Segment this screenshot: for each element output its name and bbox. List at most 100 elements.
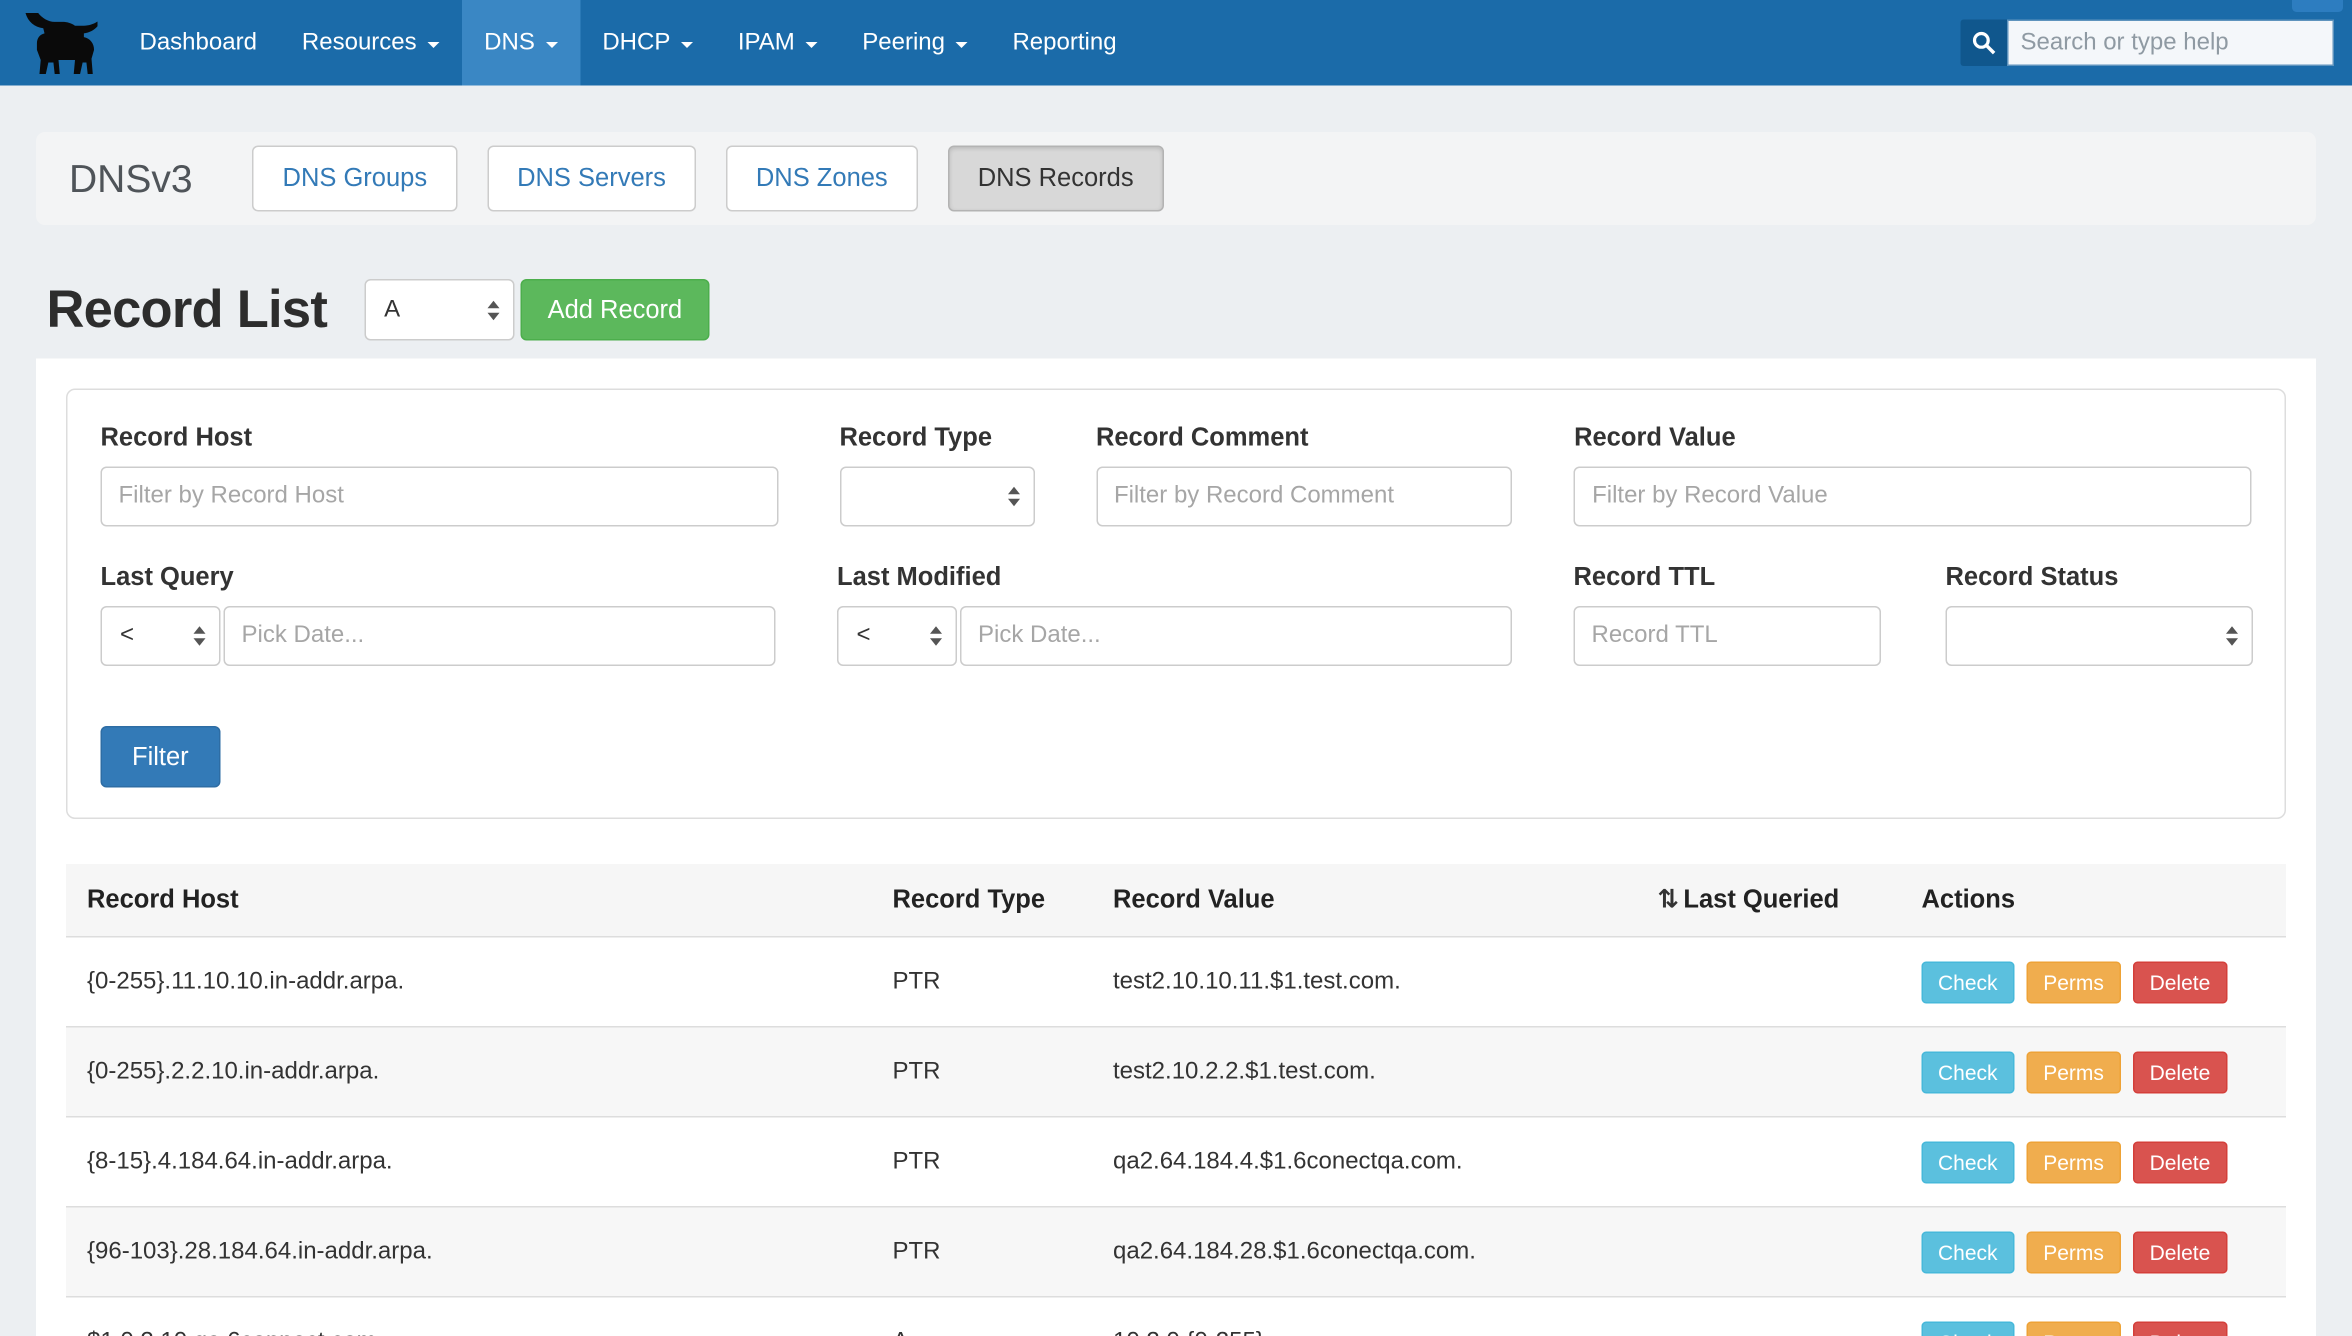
perms-button[interactable]: Perms [2027, 1142, 2121, 1184]
nav-label: IPAM [738, 29, 795, 56]
last-modified-operator-value: < [857, 623, 871, 650]
table-row: {0-255}.2.2.10.in-addr.arpa. PTR test2.1… [66, 1027, 2286, 1117]
record-type-cell: A [872, 1297, 1093, 1336]
actions-cell: Check Perms Delete [1901, 1207, 2287, 1297]
last-queried-cell [1637, 1297, 1901, 1336]
records-card: Record Host Record Type Record Comment R… [36, 359, 2316, 1336]
actions-cell: Check Perms Delete [1901, 1027, 2287, 1117]
filter-record-ttl: Record TTL [1574, 563, 1882, 667]
page-header: Record List A Add Record [47, 279, 2317, 341]
chevron-down-icon [681, 41, 693, 47]
record-status-select[interactable] [1946, 606, 2254, 666]
last-modified-operator-select[interactable]: < [837, 606, 957, 666]
dns-subnav: DNSv3 DNS Groups DNS Servers DNS Zones D… [36, 132, 2316, 225]
col-last-queried[interactable]: ⇅Last Queried [1637, 864, 1901, 937]
nav-item-ipam[interactable]: IPAM [715, 0, 839, 86]
brand-logo[interactable] [0, 0, 117, 86]
last-modified-label: Last Modified [837, 563, 1512, 593]
tab-dns-records[interactable]: DNS Records [948, 146, 1164, 212]
record-type-cell: PTR [872, 1027, 1093, 1117]
record-value-input[interactable] [1574, 467, 2251, 527]
last-query-operator-select[interactable]: < [101, 606, 221, 666]
filter-panel: Record Host Record Type Record Comment R… [66, 389, 2286, 820]
last-queried-cell [1637, 937, 1901, 1027]
perms-button[interactable]: Perms [2027, 1052, 2121, 1094]
record-comment-input[interactable] [1096, 467, 1513, 527]
check-button[interactable]: Check [1922, 1322, 2015, 1336]
record-value-label: Record Value [1574, 423, 2251, 453]
add-record-button[interactable]: Add Record [521, 279, 710, 341]
last-queried-cell [1637, 1117, 1901, 1207]
record-host-cell: {0-255}.2.2.10.in-addr.arpa. [66, 1027, 872, 1117]
record-value-cell: qa2.64.184.28.$1.6conectqa.com. [1092, 1207, 1637, 1297]
main-nav: Dashboard Resources DNS DHCP IPAM Peerin… [117, 0, 1139, 86]
record-host-cell: $1.0.2.10.qa.6connect.com. [66, 1297, 872, 1336]
sort-icon[interactable]: ⇅ [1658, 885, 1679, 914]
app-viewport: Dashboard Resources DNS DHCP IPAM Peerin… [0, 0, 2352, 1336]
record-host-cell: {96-103}.28.184.64.in-addr.arpa. [66, 1207, 872, 1297]
select-stepper-icon [930, 626, 942, 646]
search-button[interactable] [1961, 20, 2008, 67]
tab-dns-zones[interactable]: DNS Zones [726, 146, 918, 212]
record-value-cell: qa2.64.184.4.$1.6conectqa.com. [1092, 1117, 1637, 1207]
last-modified-date-input[interactable] [960, 606, 1512, 666]
record-ttl-input[interactable] [1574, 606, 1882, 666]
record-type-cell: PTR [872, 1117, 1093, 1207]
table-row: {0-255}.11.10.10.in-addr.arpa. PTR test2… [66, 937, 2286, 1027]
delete-button[interactable]: Delete [2133, 1322, 2227, 1336]
perms-button[interactable]: Perms [2027, 962, 2121, 1004]
nav-label: Resources [302, 29, 417, 56]
record-type-label: Record Type [839, 423, 1034, 453]
tab-dns-servers[interactable]: DNS Servers [487, 146, 696, 212]
nav-item-dns[interactable]: DNS [462, 0, 580, 86]
nav-item-dashboard[interactable]: Dashboard [117, 0, 279, 86]
moose-logo-icon [20, 10, 98, 76]
delete-button[interactable]: Delete [2133, 962, 2227, 1004]
record-value-cell: test2.10.10.11.$1.test.com. [1092, 937, 1637, 1027]
delete-button[interactable]: Delete [2133, 1142, 2227, 1184]
record-host-label: Record Host [101, 423, 778, 453]
record-type-cell: PTR [872, 1207, 1093, 1297]
delete-button[interactable]: Delete [2133, 1232, 2227, 1274]
table-row: {8-15}.4.184.64.in-addr.arpa. PTR qa2.64… [66, 1117, 2286, 1207]
record-type-select[interactable]: A [365, 279, 515, 341]
search-input[interactable] [2007, 20, 2334, 67]
check-button[interactable]: Check [1922, 1142, 2015, 1184]
col-record-host: Record Host [66, 864, 872, 937]
filter-row-2: Last Query < Last Modified < [101, 563, 2252, 667]
record-value-cell: test2.10.2.2.$1.test.com. [1092, 1027, 1637, 1117]
actions-cell: Check Perms Delete [1901, 1297, 2287, 1336]
col-last-queried-label: Last Queried [1683, 885, 1839, 914]
select-stepper-icon [488, 300, 500, 320]
nav-item-peering[interactable]: Peering [840, 0, 990, 86]
nav-item-dhcp[interactable]: DHCP [580, 0, 716, 86]
delete-button[interactable]: Delete [2133, 1052, 2227, 1094]
nav-item-resources[interactable]: Resources [279, 0, 461, 86]
check-button[interactable]: Check [1922, 1052, 2015, 1094]
filter-last-modified: Last Modified < [837, 563, 1512, 667]
record-ttl-label: Record TTL [1574, 563, 1882, 593]
nav-item-reporting[interactable]: Reporting [990, 0, 1139, 86]
filter-record-status: Record Status [1946, 563, 2254, 667]
perms-button[interactable]: Perms [2027, 1322, 2121, 1336]
last-query-date-input[interactable] [224, 606, 776, 666]
filter-submit-button[interactable]: Filter [101, 726, 221, 788]
table-row: {96-103}.28.184.64.in-addr.arpa. PTR qa2… [66, 1207, 2286, 1297]
record-type-filter-select[interactable] [839, 467, 1034, 527]
table-row: $1.0.2.10.qa.6connect.com. A 10.2.0.{0-2… [66, 1297, 2286, 1336]
record-host-input[interactable] [101, 467, 778, 527]
nav-label: Dashboard [140, 29, 257, 56]
nav-label: Peering [862, 29, 945, 56]
tab-dns-groups[interactable]: DNS Groups [253, 146, 458, 212]
select-stepper-icon [2226, 626, 2238, 646]
last-query-operator-value: < [120, 623, 134, 650]
check-button[interactable]: Check [1922, 1232, 2015, 1274]
filter-last-query: Last Query < [101, 563, 776, 667]
last-queried-cell [1637, 1207, 1901, 1297]
col-record-type: Record Type [872, 864, 1093, 937]
last-queried-cell [1637, 1027, 1901, 1117]
perms-button[interactable]: Perms [2027, 1232, 2121, 1274]
check-button[interactable]: Check [1922, 962, 2015, 1004]
last-query-label: Last Query [101, 563, 776, 593]
filter-record-type: Record Type [839, 423, 1034, 527]
